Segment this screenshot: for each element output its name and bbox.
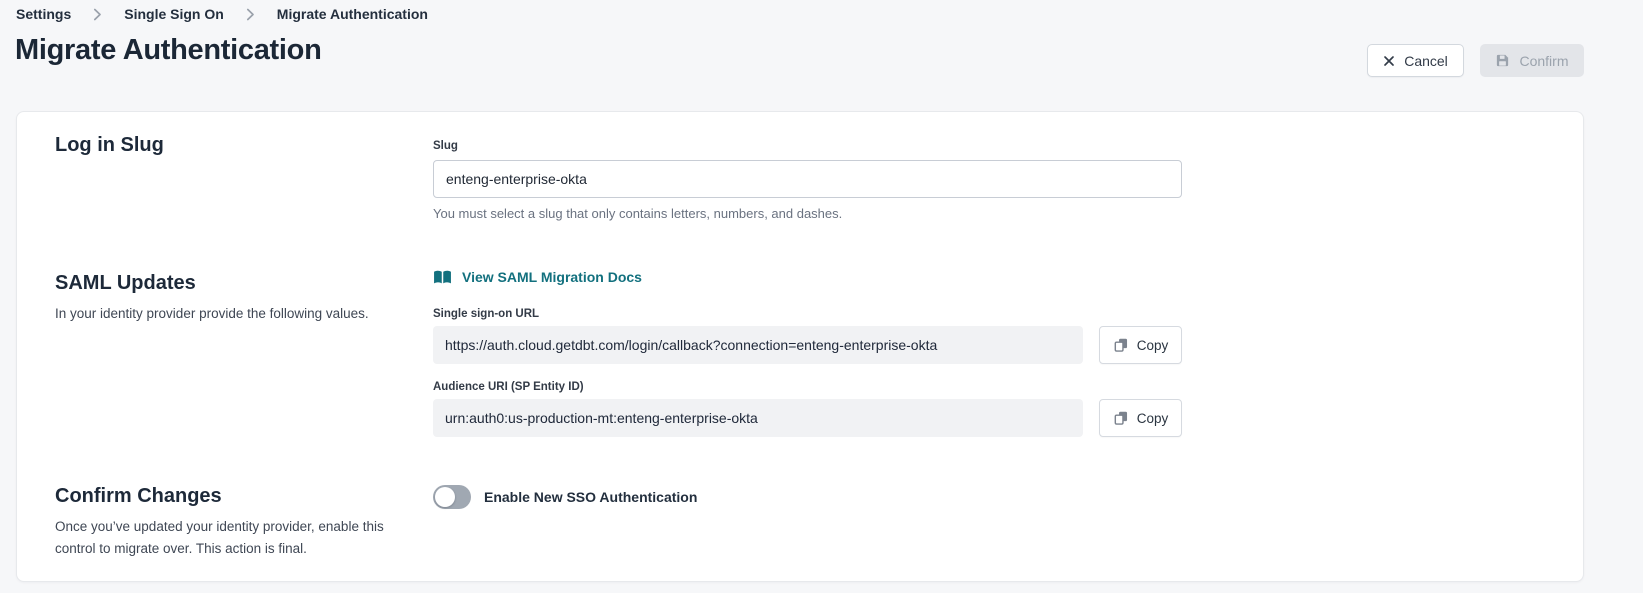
copy-button-label: Copy xyxy=(1137,338,1169,353)
cancel-button-label: Cancel xyxy=(1404,53,1448,69)
copy-sso-url-button[interactable]: Copy xyxy=(1099,326,1182,364)
chevron-right-icon xyxy=(93,8,102,21)
book-icon xyxy=(433,270,452,285)
saml-updates-description: In your identity provider provide the fo… xyxy=(55,303,425,325)
sso-url-value: https://auth.cloud.getdbt.com/login/call… xyxy=(433,326,1083,364)
close-icon xyxy=(1383,55,1395,67)
toggle-knob xyxy=(435,487,455,507)
slug-input[interactable] xyxy=(433,160,1182,198)
enable-sso-toggle-label: Enable New SSO Authentication xyxy=(484,489,697,505)
sso-url-label: Single sign-on URL xyxy=(433,308,539,320)
enable-sso-toggle-row: Enable New SSO Authentication xyxy=(433,485,697,509)
view-saml-migration-docs-link[interactable]: View SAML Migration Docs xyxy=(433,269,642,285)
copy-icon xyxy=(1113,337,1129,353)
view-saml-migration-docs-label: View SAML Migration Docs xyxy=(462,269,642,285)
audience-uri-value: urn:auth0:us-production-mt:enteng-enterp… xyxy=(433,399,1083,437)
login-slug-heading: Log in Slug xyxy=(55,134,164,157)
confirm-changes-heading: Confirm Changes xyxy=(55,485,222,508)
page-title: Migrate Authentication xyxy=(15,34,322,67)
audience-uri-label: Audience URI (SP Entity ID) xyxy=(433,381,584,393)
copy-button-label: Copy xyxy=(1137,411,1169,426)
slug-label: Slug xyxy=(433,140,458,152)
copy-audience-uri-button[interactable]: Copy xyxy=(1099,399,1182,437)
breadcrumb-item-settings[interactable]: Settings xyxy=(16,6,71,22)
slug-helper-text: You must select a slug that only contain… xyxy=(433,206,842,221)
copy-icon xyxy=(1113,410,1129,426)
settings-card: Log in Slug Slug You must select a slug … xyxy=(16,111,1584,582)
saml-updates-heading: SAML Updates xyxy=(55,272,196,295)
cancel-button[interactable]: Cancel xyxy=(1367,44,1464,77)
chevron-right-icon xyxy=(246,8,255,21)
confirm-button[interactable]: Confirm xyxy=(1480,44,1584,77)
breadcrumb: Settings Single Sign On Migrate Authenti… xyxy=(16,6,428,22)
save-icon xyxy=(1495,53,1510,68)
bottom-strip xyxy=(0,593,1643,611)
confirm-changes-description: Once you’ve updated your identity provid… xyxy=(55,516,415,560)
confirm-button-label: Confirm xyxy=(1519,53,1568,69)
enable-sso-toggle[interactable] xyxy=(433,485,471,509)
header-actions: Cancel Confirm xyxy=(1367,44,1584,77)
migrate-authentication-page: Settings Single Sign On Migrate Authenti… xyxy=(0,0,1643,611)
breadcrumb-item-current: Migrate Authentication xyxy=(277,6,428,22)
breadcrumb-item-single-sign-on[interactable]: Single Sign On xyxy=(124,6,224,22)
